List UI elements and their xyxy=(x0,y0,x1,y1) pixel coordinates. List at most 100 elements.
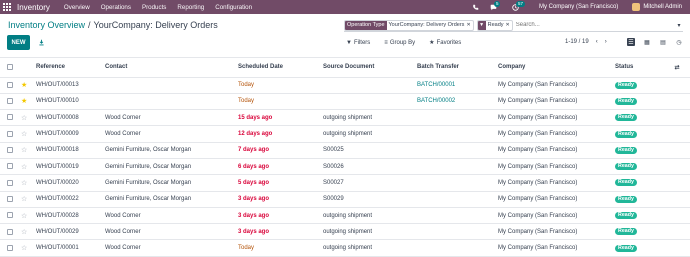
header-source-document[interactable]: Source Document xyxy=(323,58,417,78)
priority-star-icon[interactable]: ☆ xyxy=(21,109,36,127)
row-checkbox[interactable] xyxy=(0,223,21,241)
cell-scheduled-date: Today xyxy=(238,77,323,94)
facet-remove-icon[interactable]: ✕ xyxy=(466,22,472,28)
cell-empty xyxy=(664,77,690,94)
cell-batch-transfer[interactable] xyxy=(417,207,498,225)
breadcrumb-separator: / xyxy=(88,20,91,30)
row-checkbox[interactable] xyxy=(0,77,21,94)
cell-empty xyxy=(664,93,690,111)
table-row[interactable]: ☆ WH/OUT/00008 Wood Corner 15 days ago outgo… xyxy=(0,109,690,127)
row-checkbox[interactable] xyxy=(0,125,21,143)
table-row[interactable]: ☆ WH/OUT/00020 Gemini Furniture, Oscar Mor… xyxy=(0,174,690,192)
header-batch-transfer[interactable]: Batch Transfer xyxy=(417,58,498,78)
row-checkbox[interactable] xyxy=(0,93,21,111)
row-checkbox[interactable] xyxy=(0,239,21,257)
select-all-checkbox[interactable] xyxy=(0,58,21,78)
user-avatar[interactable] xyxy=(632,3,641,11)
table-row[interactable]: ☆ WH/OUT/00018 Gemini Furniture, Oscar Mor… xyxy=(0,142,690,159)
row-checkbox[interactable] xyxy=(0,174,21,192)
breadcrumb-parent[interactable]: Inventory Overview xyxy=(8,20,85,30)
facet-operation-type[interactable]: Operation Type YourCompany: Delivery Ord… xyxy=(344,19,474,31)
pager-prev-icon[interactable]: ‹ xyxy=(596,39,598,45)
priority-star-icon[interactable]: ☆ xyxy=(21,125,36,143)
cell-batch-transfer[interactable] xyxy=(417,239,498,257)
cell-contact: Gemini Furniture, Oscar Morgan xyxy=(105,174,238,192)
cell-batch-transfer[interactable] xyxy=(417,191,498,208)
menu-reporting[interactable]: Reporting xyxy=(177,4,204,11)
chat-icon[interactable]: 5 xyxy=(489,1,501,12)
kanban-view-icon[interactable]: ▦ xyxy=(643,38,651,46)
cell-batch-transfer[interactable] xyxy=(417,174,498,192)
user-menu[interactable]: Mitchell Admin xyxy=(643,4,682,10)
menu-overview[interactable]: Overview xyxy=(64,4,90,11)
priority-star-icon[interactable]: ★ xyxy=(21,77,36,94)
company-switcher[interactable]: My Company (San Francisco) xyxy=(539,4,618,10)
table-row[interactable]: ☆ WH/OUT/00019 Gemini Furniture, Oscar Mor… xyxy=(0,158,690,176)
row-checkbox[interactable] xyxy=(0,109,21,127)
table-row[interactable]: ☆ WH/OUT/00022 Gemini Furniture, Oscar Mor… xyxy=(0,191,690,208)
cell-company: My Company (San Francisco) xyxy=(498,239,615,257)
header-status[interactable]: Status xyxy=(615,58,664,78)
optional-columns-icon[interactable]: ⇄ xyxy=(664,58,690,78)
table-row[interactable]: ☆ WH/OUT/00001 Wood Corner Today outgoing sh… xyxy=(0,239,690,257)
menu-products[interactable]: Products xyxy=(142,4,166,11)
cell-company: My Company (San Francisco) xyxy=(498,77,615,94)
cell-batch-transfer[interactable]: BATCH/00001 xyxy=(417,77,498,94)
priority-star-icon[interactable]: ☆ xyxy=(21,223,36,241)
priority-star-icon[interactable]: ☆ xyxy=(21,191,36,208)
download-icon[interactable] xyxy=(37,38,45,46)
new-button[interactable]: NEW xyxy=(7,35,30,50)
cell-contact: Wood Corner xyxy=(105,109,238,127)
app-brand[interactable]: Inventory xyxy=(17,3,50,12)
table-row[interactable]: ★ WH/OUT/00010 Today BATCH/00002 My Company … xyxy=(0,93,690,111)
list-view-icon[interactable]: ☰ xyxy=(627,38,635,46)
activity-clock-icon[interactable]: 57 xyxy=(511,1,525,12)
filters-button[interactable]: ▼ Filters xyxy=(346,39,370,46)
header-company[interactable]: Company xyxy=(498,58,615,78)
header-scheduled-date[interactable]: Scheduled Date xyxy=(238,58,323,78)
table-row[interactable]: ☆ WH/OUT/00028 Wood Corner 3 days ago outgoi… xyxy=(0,207,690,225)
pager-value[interactable]: 1-19 / 19 xyxy=(565,39,589,45)
header-reference[interactable]: Reference xyxy=(36,58,105,78)
cell-company: My Company (San Francisco) xyxy=(498,223,615,241)
activity-view-icon[interactable]: ◷ xyxy=(675,38,683,46)
calendar-view-icon[interactable]: ▤ xyxy=(659,38,667,46)
groupby-label: Group By xyxy=(389,39,416,46)
facet-remove-icon[interactable]: ✕ xyxy=(506,22,512,28)
cell-contact: Gemini Furniture, Oscar Morgan xyxy=(105,158,238,176)
cell-reference: WH/OUT/00008 xyxy=(36,109,105,127)
groupby-button[interactable]: ≡ Group By xyxy=(384,39,415,46)
priority-star-icon[interactable]: ★ xyxy=(21,93,36,111)
favorites-button[interactable]: ★ Favorites xyxy=(429,39,461,47)
table-row[interactable]: ☆ WH/OUT/00029 Wood Corner 3 days ago outgoi… xyxy=(0,223,690,241)
priority-star-icon[interactable]: ☆ xyxy=(21,239,36,257)
cell-batch-transfer[interactable] xyxy=(417,109,498,127)
phone-icon[interactable] xyxy=(471,2,481,12)
priority-star-icon[interactable]: ☆ xyxy=(21,158,36,176)
priority-star-icon[interactable]: ☆ xyxy=(21,142,36,159)
row-checkbox[interactable] xyxy=(0,158,21,176)
cell-company: My Company (San Francisco) xyxy=(498,125,615,143)
row-checkbox[interactable] xyxy=(0,191,21,208)
cell-batch-transfer[interactable] xyxy=(417,142,498,159)
search-options-toggle-icon[interactable]: ▾ xyxy=(675,22,683,29)
row-checkbox[interactable] xyxy=(0,142,21,159)
facet-ready[interactable]: ▼ Ready ✕ xyxy=(476,19,513,31)
search-input[interactable] xyxy=(515,19,672,31)
row-checkbox[interactable] xyxy=(0,207,21,225)
cell-batch-transfer[interactable]: BATCH/00002 xyxy=(417,93,498,111)
priority-star-icon[interactable]: ☆ xyxy=(21,207,36,225)
facet-operation-type-label: Operation Type xyxy=(345,20,387,30)
apps-menu-icon[interactable] xyxy=(0,0,14,14)
priority-star-icon[interactable]: ☆ xyxy=(21,174,36,192)
cell-status: Ready xyxy=(615,191,664,208)
table-row[interactable]: ★ WH/OUT/00013 Today BATCH/00001 My Company … xyxy=(0,77,690,94)
cell-batch-transfer[interactable] xyxy=(417,223,498,241)
cell-batch-transfer[interactable] xyxy=(417,158,498,176)
menu-configuration[interactable]: Configuration xyxy=(215,4,252,11)
menu-operations[interactable]: Operations xyxy=(101,4,131,11)
cell-batch-transfer[interactable] xyxy=(417,125,498,143)
pager-next-icon[interactable]: › xyxy=(605,39,607,45)
table-row[interactable]: ☆ WH/OUT/00009 Wood Corner 12 days ago outgo… xyxy=(0,125,690,143)
header-contact[interactable]: Contact xyxy=(105,58,238,78)
